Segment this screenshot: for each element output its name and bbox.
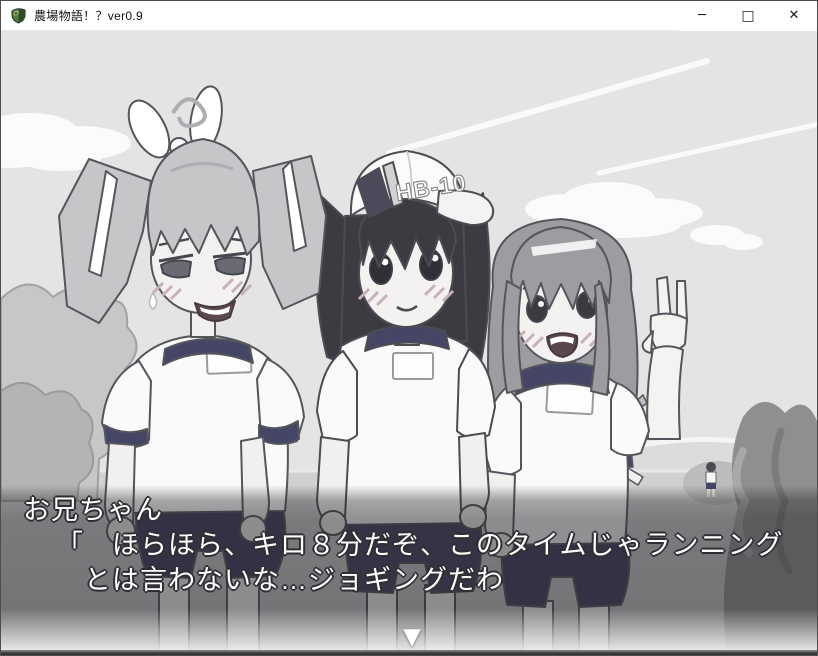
app-window: 農場物語！？ver0.9 ─ □ ✕ <box>0 0 818 656</box>
minimize-icon: ─ <box>698 8 706 23</box>
window-title: 農場物語！？ver0.9 <box>34 7 143 24</box>
minimize-button[interactable]: ─ <box>679 1 725 31</box>
maximize-icon: □ <box>741 8 754 24</box>
continue-indicator-icon[interactable]: ▼ <box>395 623 429 651</box>
app-icon <box>10 7 27 24</box>
bottom-letterbox <box>1 650 818 656</box>
titlebar[interactable]: 農場物語！？ver0.9 ─ □ ✕ <box>1 1 817 31</box>
game-viewport[interactable]: HB-10 <box>1 31 818 656</box>
dialogue-line-1: 「 ほらほら、キロ８分だぞ、このタイムじゃランニング <box>56 528 803 563</box>
dialogue-line-2: とは言わないな…ジョギングだわ <box>56 563 803 598</box>
dialogue-speaker: お兄ちゃん <box>23 493 803 528</box>
maximize-button[interactable]: □ <box>725 1 771 31</box>
close-button[interactable]: ✕ <box>771 1 817 31</box>
close-icon: ✕ <box>789 8 800 23</box>
window-controls: ─ □ ✕ <box>679 1 817 31</box>
dialogue-box: お兄ちゃん 「 ほらほら、キロ８分だぞ、このタイムじゃランニング とは言わないな… <box>23 493 803 598</box>
